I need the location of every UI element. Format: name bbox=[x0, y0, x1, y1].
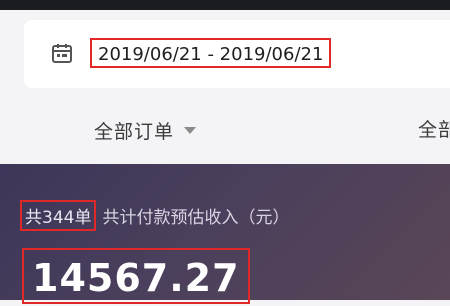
estimate-label: 共计付款预估收入（元） bbox=[102, 207, 290, 228]
top-status-bar bbox=[0, 0, 450, 10]
order-count-line: 共344单 共计付款预估收入（元） bbox=[20, 199, 290, 231]
order-filter-dropdown[interactable]: 全部订单 bbox=[94, 116, 197, 144]
date-range-value[interactable]: 2019/06/21 - 2019/06/21 bbox=[90, 38, 332, 68]
earnings-summary-panel: 共344单 共计付款预估收入（元） 14567.27 bbox=[0, 164, 450, 304]
order-filter-label: 全部订单 bbox=[94, 120, 175, 143]
estimated-income-amount: 14567.27 bbox=[22, 248, 250, 304]
date-range-card[interactable]: 2019/06/21 - 2019/06/21 bbox=[24, 20, 450, 88]
filter-row: 全部订单 全部 bbox=[0, 96, 450, 164]
calendar-icon bbox=[52, 44, 72, 63]
caret-down-icon bbox=[184, 126, 197, 134]
second-filter-dropdown[interactable]: 全部 bbox=[418, 116, 450, 144]
order-count: 共344单 bbox=[20, 199, 97, 231]
